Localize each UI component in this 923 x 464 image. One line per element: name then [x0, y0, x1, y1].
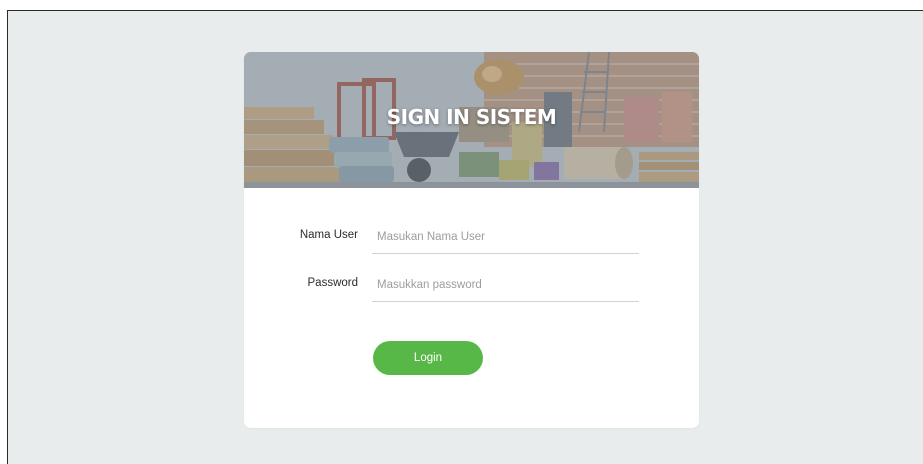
login-button[interactable]: Login — [373, 341, 483, 375]
login-card: SIGN IN SISTEM Nama User Password Login — [244, 52, 699, 428]
header-banner: SIGN IN SISTEM — [244, 52, 699, 188]
password-label: Password — [307, 277, 359, 289]
sign-in-title: SIGN IN SISTEM — [386, 105, 557, 129]
username-row: Nama User — [244, 220, 699, 254]
password-row: Password — [244, 268, 699, 302]
username-input[interactable] — [372, 220, 639, 254]
page-background: SIGN IN SISTEM Nama User Password Login — [7, 10, 923, 464]
password-input[interactable] — [372, 268, 639, 302]
username-label: Nama User — [299, 229, 358, 241]
